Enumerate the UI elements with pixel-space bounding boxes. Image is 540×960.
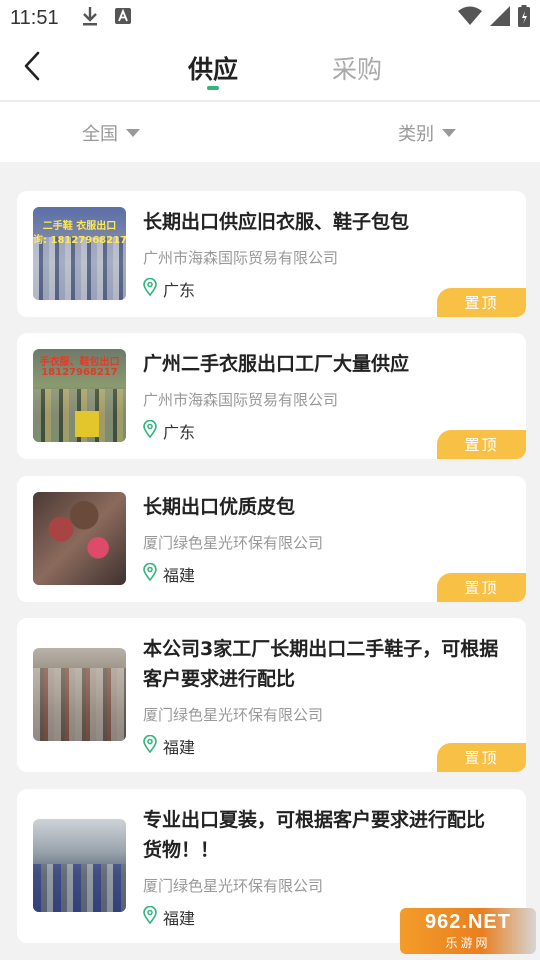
listing-company: 厦门绿色星光环保有限公司 [143, 706, 324, 724]
listing-image: 二手鞋 衣服出口 询: 18127968217 [33, 207, 126, 300]
listing-location-label: 广东 [163, 281, 196, 300]
listing-company: 广州市海森国际贸易有限公司 [143, 391, 339, 409]
listing-company: 广州市海森国际贸易有限公司 [143, 249, 339, 267]
download-icon [81, 5, 99, 31]
pinned-badge: 置顶 [437, 288, 526, 317]
status-bar: 11:51 [0, 0, 540, 36]
filter-bar: 全国 类别 [0, 102, 540, 162]
listing-card[interactable]: 本公司3家工厂长期出口二手鞋子，可根据 客户要求进行配比 厦门绿色星光环保有限公… [17, 618, 526, 772]
listing-title-line: 客户要求进行配比 [143, 668, 296, 690]
listing-card[interactable]: 二手鞋 衣服出口 询: 18127968217 长期出口供应旧衣服、鞋子包包 广… [17, 191, 526, 317]
location-pin-icon [143, 562, 157, 585]
listing-title: 本公司3家工厂长期出口二手鞋子，可根据 客户要求进行配比 [143, 634, 513, 694]
pinned-badge: 置顶 [437, 743, 526, 772]
location-pin-icon [143, 905, 157, 928]
listing-title: 专业出口夏装，可根据客户要求进行配比 货物！！ [143, 805, 513, 865]
listing-image-caption: 询: 18127968217 [33, 235, 126, 246]
location-pin-icon [143, 419, 157, 442]
listing-location: 广东 [143, 419, 195, 443]
caret-down-icon [126, 129, 140, 137]
status-time: 11:51 [10, 6, 59, 29]
active-tab-indicator [207, 86, 219, 90]
listing-title-line: 专业出口夏装，可根据客户要求进行配比 [143, 809, 486, 831]
listing-title-line: 货物！！ [143, 839, 220, 861]
listing-title-line: 本公司3家工厂长期出口二手鞋子，可根据 [143, 638, 499, 660]
listing-company: 厦门绿色星光环保有限公司 [143, 534, 324, 552]
listing-location-label: 广东 [163, 423, 196, 442]
watermark-brand: 962.NET [425, 911, 511, 933]
listing-card[interactable]: 手衣服、鞋包出口 18127968217 广州二手衣服出口工厂大量供应 广州市海… [17, 333, 526, 459]
back-button[interactable] [16, 50, 48, 86]
tab-purchase[interactable]: 采购 [332, 50, 382, 86]
battery-icon [518, 5, 530, 31]
region-filter-label: 全国 [82, 124, 118, 145]
top-header: 供应 采购 [0, 36, 540, 100]
wifi-icon [458, 6, 482, 30]
app-notification-icon [114, 8, 131, 28]
listing-location-label: 福建 [163, 566, 196, 585]
location-pin-icon [143, 734, 157, 757]
listing-image-caption: 手衣服、鞋包出口 [39, 357, 120, 368]
listing-location: 福建 [143, 734, 195, 758]
listing-location-label: 福建 [163, 909, 196, 928]
listing-location: 福建 [143, 905, 195, 929]
listing-image-caption: 二手鞋 衣服出口 [42, 221, 117, 232]
listing-image-caption: 18127968217 [41, 367, 118, 378]
listing-image [33, 648, 126, 741]
listing-title: 长期出口供应旧衣服、鞋子包包 [143, 211, 410, 233]
listing-location: 福建 [143, 562, 195, 586]
listing-title: 长期出口优质皮包 [143, 496, 296, 518]
listing-location: 广东 [143, 277, 195, 301]
caret-down-icon [442, 129, 456, 137]
category-filter-label: 类别 [398, 124, 434, 145]
listing-location-label: 福建 [163, 738, 196, 757]
location-pin-icon [143, 277, 157, 300]
pinned-badge: 置顶 [437, 430, 526, 459]
chevron-left-icon [22, 50, 42, 86]
region-filter-dropdown[interactable]: 全国 [82, 120, 140, 146]
listing-image: 手衣服、鞋包出口 18127968217 [33, 349, 126, 442]
listing-title: 广州二手衣服出口工厂大量供应 [143, 353, 410, 375]
listing-company: 厦门绿色星光环保有限公司 [143, 877, 324, 895]
watermark-subtitle: 乐游网 [445, 936, 491, 950]
pinned-badge: 置顶 [437, 573, 526, 602]
tab-supply[interactable]: 供应 [188, 50, 238, 86]
site-watermark-logo: 962.NET 乐游网 [400, 908, 536, 954]
listing-image [33, 492, 126, 585]
listing-image [33, 819, 126, 912]
signal-icon [490, 6, 510, 30]
listing-card[interactable]: 长期出口优质皮包 厦门绿色星光环保有限公司 福建 置顶 [17, 476, 526, 602]
category-filter-dropdown[interactable]: 类别 [398, 120, 456, 146]
